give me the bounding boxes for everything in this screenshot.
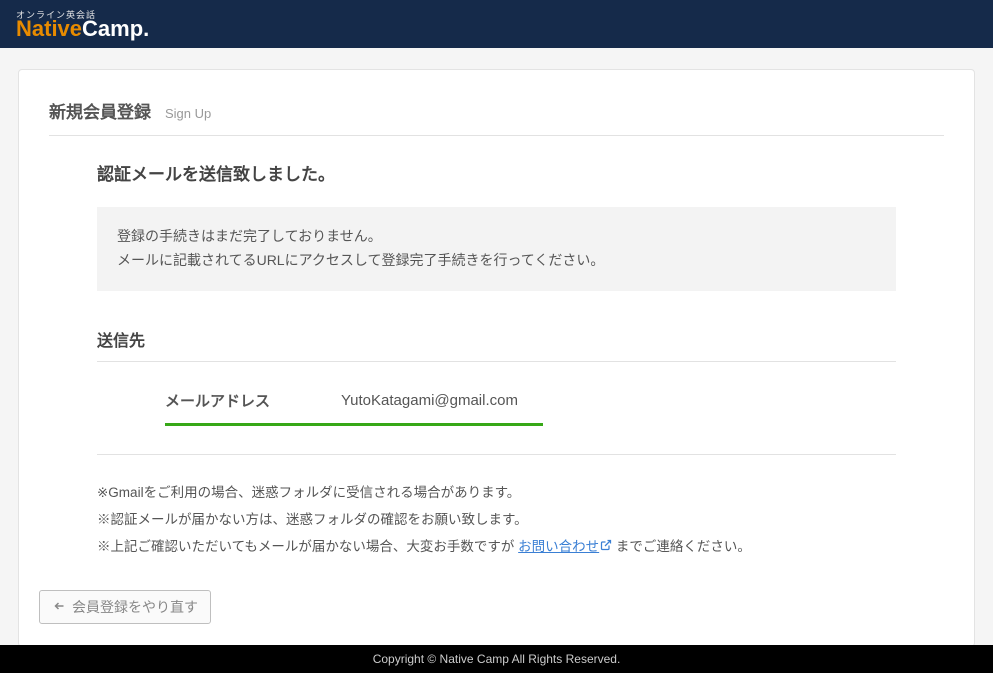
sendto-heading: 送信先	[97, 327, 896, 362]
page-title-en: Sign Up	[165, 106, 211, 121]
site-header: オンライン英会話 NativeCamp.	[0, 0, 993, 48]
notice-box: 登録の手続きはまだ完了しておりません。 メールに記載されてるURLにアクセスして…	[97, 207, 896, 291]
signup-card: 新規会員登録 Sign Up 認証メールを送信致しました。 登録の手続きはまだ完…	[18, 69, 975, 647]
logo-text: NativeCamp.	[16, 18, 149, 40]
page-title-jp: 新規会員登録	[49, 98, 151, 123]
confirm-title: 認証メールを送信致しました。	[97, 160, 896, 185]
divider	[97, 454, 896, 455]
logo-word-camp: Camp.	[82, 16, 149, 41]
notice-line-1: 登録の手続きはまだ完了しておりません。	[117, 225, 876, 249]
notice-line-2: メールに記載されてるURLにアクセスして登録完了手続きを行ってください。	[117, 249, 876, 273]
redo-signup-button[interactable]: 会員登録をやり直す	[39, 590, 211, 624]
site-footer: Copyright © Native Camp All Rights Reser…	[0, 645, 993, 673]
content-inner: 認証メールを送信致しました。 登録の手続きはまだ完了しておりません。 メールに記…	[49, 160, 944, 560]
external-link-icon	[600, 535, 612, 559]
page-heading: 新規会員登録 Sign Up	[49, 98, 944, 136]
email-label: メールアドレス	[165, 390, 341, 411]
note-1: ※Gmailをご利用の場合、迷惑フォルダに受信される場合があります。	[97, 479, 896, 506]
email-value: YutoKatagami@gmail.com	[341, 392, 518, 409]
contact-link-text: お問い合わせ	[518, 539, 599, 554]
note-3: ※上記ご確認いただいてもメールが届かない場合、大変お手数ですが お問い合わせ ま…	[97, 533, 896, 560]
copyright-text: Copyright © Native Camp All Rights Reser…	[373, 652, 621, 666]
logo[interactable]: オンライン英会話 NativeCamp.	[16, 8, 149, 40]
redo-signup-label: 会員登録をやり直す	[72, 597, 198, 617]
email-row: メールアドレス YutoKatagami@gmail.com	[165, 390, 543, 426]
contact-link[interactable]: お問い合わせ	[518, 539, 612, 554]
back-arrow-icon	[52, 599, 66, 615]
logo-word-native: Native	[16, 16, 82, 41]
note-3-before: ※上記ご確認いただいてもメールが届かない場合、大変お手数ですが	[97, 539, 518, 554]
note-3-after: までご連絡ください。	[612, 539, 751, 554]
note-2: ※認証メールが届かない方は、迷惑フォルダの確認をお願い致します。	[97, 506, 896, 533]
